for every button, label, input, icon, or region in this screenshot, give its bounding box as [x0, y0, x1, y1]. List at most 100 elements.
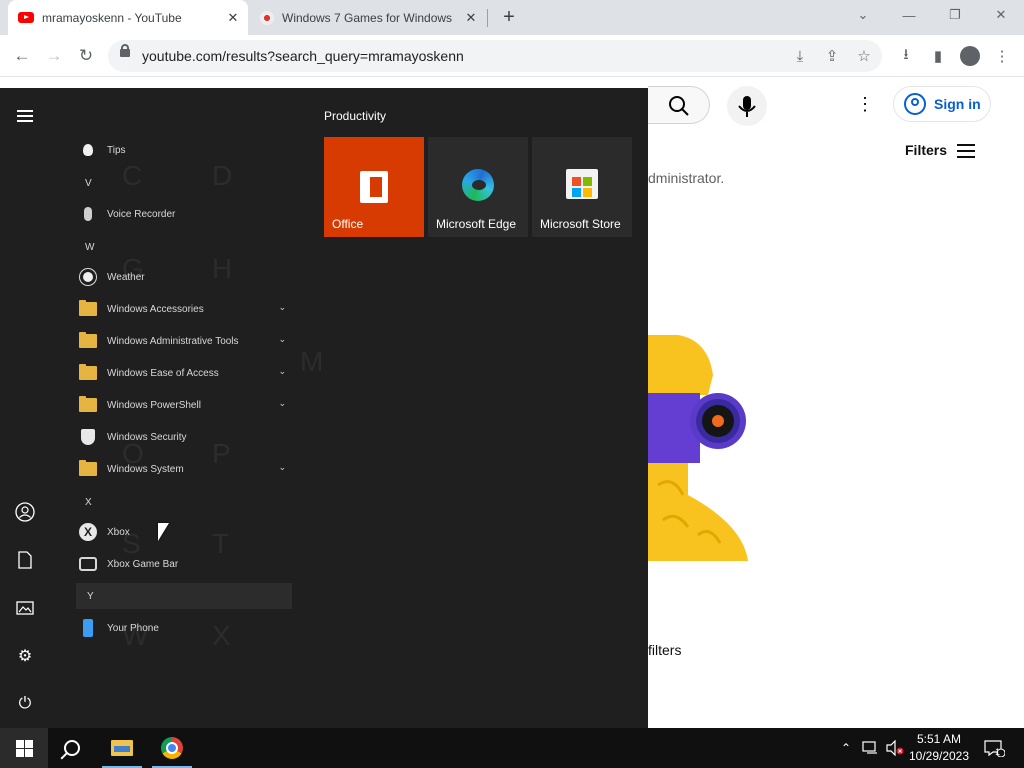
- settings-gear-icon[interactable]: ⚙: [13, 644, 37, 668]
- reload-icon[interactable]: ↻: [72, 42, 100, 70]
- lock-icon[interactable]: [120, 44, 130, 57]
- app-weather[interactable]: Weather: [74, 262, 294, 292]
- chevron-down-icon: ⌄: [278, 334, 286, 344]
- notification-icon: [984, 740, 1005, 757]
- tab-youtube[interactable]: mramayoskenn - YouTube ✕: [8, 0, 248, 35]
- close-window-button[interactable]: ✕: [978, 0, 1024, 30]
- youtube-settings-menu-icon[interactable]: ⋮: [856, 94, 874, 116]
- taskbar-chrome[interactable]: [148, 728, 196, 768]
- minimize-button[interactable]: —: [886, 0, 932, 30]
- filter-sliders-icon: [957, 142, 976, 158]
- chrome-icon: [161, 737, 183, 759]
- clock-time: 5:51 AM: [916, 732, 962, 746]
- bookmark-star-icon[interactable]: ☆: [854, 46, 874, 66]
- app-xbox-game-bar[interactable]: Xbox Game Bar: [74, 549, 294, 579]
- network-icon[interactable]: [860, 728, 882, 768]
- store-icon: [566, 169, 598, 199]
- downloads-icon[interactable]: ⭳: [894, 44, 918, 68]
- show-hidden-icons-chevron-up-icon[interactable]: ⌃: [836, 728, 856, 768]
- new-tab-button[interactable]: +: [498, 6, 520, 28]
- search-icon: [669, 96, 689, 116]
- app-label: Xbox: [107, 526, 130, 538]
- office-icon: [360, 171, 388, 203]
- tile-label: Microsoft Store: [540, 217, 621, 231]
- volume-muted-icon[interactable]: [884, 728, 906, 768]
- tile-label: Microsoft Edge: [436, 217, 517, 231]
- letter-header-y[interactable]: Y: [76, 583, 292, 609]
- tab-title: Windows 7 Games for Windows: [282, 10, 453, 25]
- letter-header-x[interactable]: X: [74, 491, 294, 513]
- taskbar-search-button[interactable]: [48, 728, 96, 768]
- filters-button[interactable]: Filters: [905, 142, 976, 158]
- action-center-button[interactable]: 1: [980, 728, 1008, 768]
- taskbar-file-explorer[interactable]: [98, 728, 146, 768]
- start-menu: ⚙ ⏻ C D G H M O P S T W X Tips V Voice R…: [0, 88, 648, 728]
- search-icon: [64, 740, 80, 756]
- browser-toolbar: ← → ↻ youtube.com/results?search_query=m…: [0, 35, 1024, 77]
- phone-icon: [78, 618, 98, 638]
- tile-office[interactable]: Office: [324, 137, 424, 237]
- tile-microsoft-store[interactable]: Microsoft Store: [532, 137, 632, 237]
- power-icon[interactable]: ⏻: [13, 692, 37, 716]
- chrome-menu-icon[interactable]: ⋮: [990, 44, 1014, 68]
- restore-button[interactable]: ❐: [932, 0, 978, 30]
- letter-header-v[interactable]: V: [74, 172, 294, 194]
- forward-arrow-icon[interactable]: →: [40, 42, 68, 70]
- chevron-down-icon: ⌄: [278, 366, 286, 376]
- folder-icon: [78, 395, 98, 415]
- app-windows-administrative-tools[interactable]: Windows Administrative Tools ⌄: [74, 326, 294, 356]
- address-bar[interactable]: youtube.com/results?search_query=mramayo…: [108, 40, 882, 72]
- sign-in-button[interactable]: Sign in: [893, 86, 991, 122]
- folder-icon: [78, 331, 98, 351]
- voice-search-button[interactable]: [727, 86, 767, 126]
- mouse-cursor-icon: [158, 523, 169, 541]
- tab-windows-games[interactable]: Windows 7 Games for Windows ✕: [250, 0, 486, 35]
- app-windows-accessories[interactable]: Windows Accessories ⌄: [74, 294, 294, 324]
- microphone-icon: [78, 204, 98, 224]
- microphone-icon: [738, 96, 756, 117]
- profile-icon[interactable]: [958, 44, 982, 68]
- app-label: Windows Accessories: [107, 303, 204, 315]
- app-label: Windows Security: [107, 431, 187, 443]
- tab-search-icon[interactable]: ⌄: [840, 0, 886, 30]
- close-tab-icon[interactable]: ✕: [224, 9, 242, 27]
- documents-icon[interactable]: [13, 548, 37, 572]
- close-tab-icon[interactable]: ✕: [462, 9, 480, 27]
- app-label: Windows Administrative Tools: [107, 335, 239, 347]
- start-button[interactable]: [0, 728, 48, 768]
- pictures-icon[interactable]: [13, 596, 37, 620]
- share-icon[interactable]: ⇪: [822, 46, 842, 66]
- url-text[interactable]: youtube.com/results?search_query=mramayo…: [142, 48, 464, 64]
- xbox-icon: X: [78, 522, 98, 542]
- filters-label: Filters: [905, 142, 948, 158]
- app-windows-security[interactable]: Windows Security: [74, 422, 294, 452]
- install-app-icon[interactable]: ⤓: [790, 46, 810, 66]
- app-tips[interactable]: Tips: [74, 135, 294, 165]
- file-explorer-icon: [111, 740, 133, 756]
- app-windows-system[interactable]: Windows System ⌄: [74, 454, 294, 484]
- app-voice-recorder[interactable]: Voice Recorder: [74, 199, 294, 229]
- tile-group-header[interactable]: Productivity: [324, 109, 386, 123]
- app-label: Your Phone: [107, 622, 159, 634]
- app-label: Windows PowerShell: [107, 399, 201, 411]
- taskbar-clock[interactable]: 5:51 AM 10/29/2023: [906, 731, 972, 765]
- tile-microsoft-edge[interactable]: Microsoft Edge: [428, 137, 528, 237]
- app-windows-powershell[interactable]: Windows PowerShell ⌄: [74, 390, 294, 420]
- app-your-phone[interactable]: Your Phone: [74, 613, 294, 643]
- hamburger-menu-icon[interactable]: [13, 104, 37, 128]
- side-panel-icon[interactable]: ▮: [926, 44, 950, 68]
- sign-in-label: Sign in: [934, 96, 981, 112]
- app-label: Xbox Game Bar: [107, 558, 179, 570]
- lightbulb-icon: [78, 140, 98, 160]
- letter-header-w[interactable]: W: [74, 236, 294, 258]
- back-arrow-icon[interactable]: ←: [8, 42, 36, 70]
- edge-icon: [462, 169, 494, 201]
- app-xbox[interactable]: X Xbox: [74, 517, 294, 547]
- youtube-search-button[interactable]: [648, 86, 710, 124]
- chevron-down-icon: ⌄: [278, 462, 286, 472]
- app-label: Tips: [107, 144, 126, 156]
- youtube-favicon-icon: [18, 12, 34, 23]
- ghost-letter: M: [300, 346, 324, 377]
- user-account-icon[interactable]: [13, 500, 37, 524]
- app-windows-ease-of-access[interactable]: Windows Ease of Access ⌄: [74, 358, 294, 388]
